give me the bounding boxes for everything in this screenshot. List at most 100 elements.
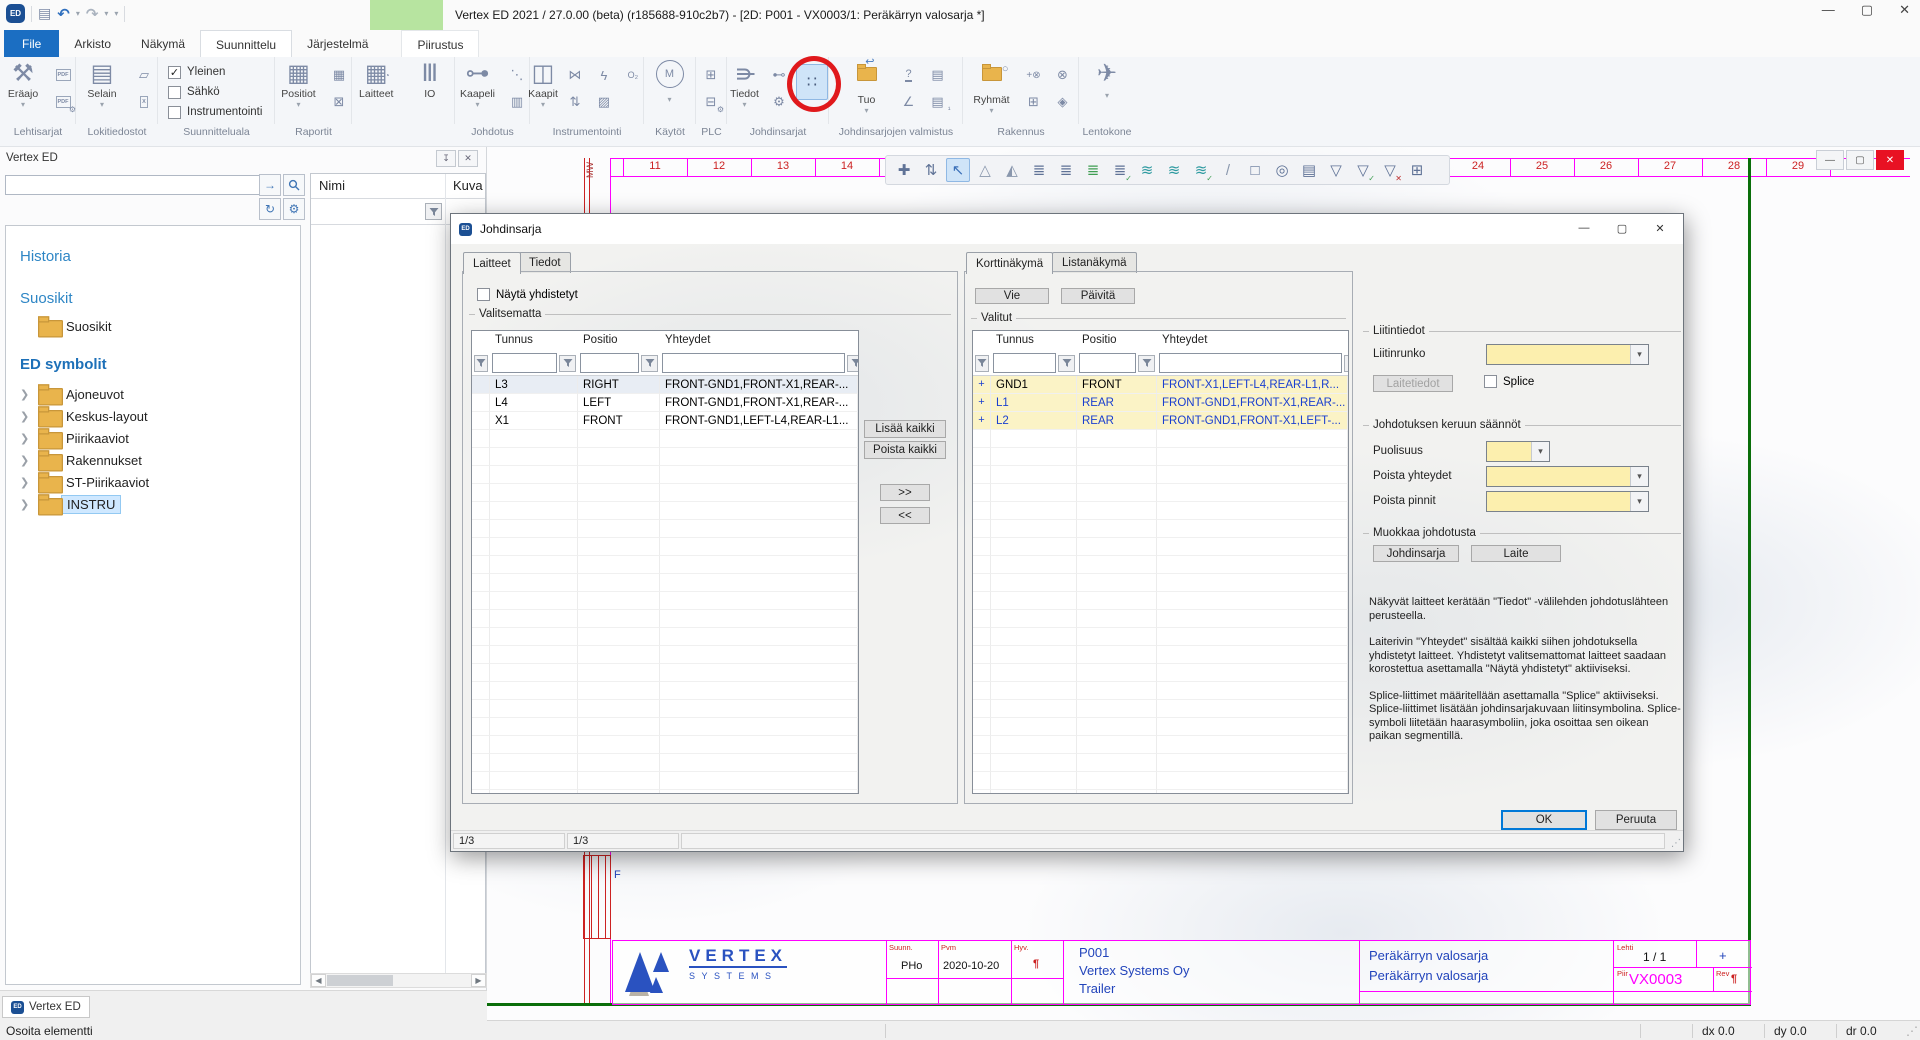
filter-funnel-button[interactable]: [641, 355, 658, 372]
grid-symbol-icon[interactable]: ⊞: [1022, 91, 1046, 113]
sidebar-item-keskus-layout[interactable]: ❯Keskus-layout: [6, 406, 300, 427]
puolisuus-combobox[interactable]: ▾: [1486, 441, 1550, 462]
pdf-settings-icon[interactable]: PDF⚙: [51, 91, 75, 113]
sidebar-section-ed-symbolit[interactable]: ED symbolit: [20, 356, 107, 373]
dialog-titlebar[interactable]: ED Johdinsarja: [451, 214, 1683, 244]
filter-funnel-button[interactable]: [1138, 355, 1155, 372]
tiedot-button[interactable]: ⋔ Tiedot▾: [727, 60, 762, 124]
excel-export-icon[interactable]: X: [132, 91, 156, 113]
sidebar-item-suosikit-folder[interactable]: Suosikit: [6, 316, 300, 337]
minimize-button[interactable]: —: [1822, 2, 1835, 18]
tab-laitteet[interactable]: Laitteet: [463, 252, 521, 274]
filter-funnel-button[interactable]: [1058, 355, 1075, 372]
scroll-right-icon[interactable]: ▶: [471, 974, 486, 987]
drawing-minimize-button[interactable]: —: [1816, 150, 1844, 170]
snap-grid-icon[interactable]: ⊞: [1405, 158, 1429, 182]
ribbon-tab-file[interactable]: File: [4, 30, 59, 57]
chevron-right-icon[interactable]: ❯: [20, 432, 30, 445]
filter-input[interactable]: [1159, 353, 1342, 373]
laitetiedot-button[interactable]: Laitetiedot: [1373, 375, 1453, 392]
chevron-right-icon[interactable]: ❯: [20, 498, 30, 511]
add-all-button[interactable]: Lisää kaikki: [864, 420, 946, 438]
chevron-right-icon[interactable]: ❯: [20, 476, 30, 489]
ribbon-tab-suunnittelu[interactable]: Suunnittelu: [200, 30, 292, 58]
sidebar-item-st-piirikaaviot[interactable]: ❯ST-Piirikaaviot: [6, 472, 300, 493]
checkbox-yleinen[interactable]: ✓Yleinen: [168, 62, 262, 82]
filter-funnel-button[interactable]: [559, 355, 576, 372]
column-header-kuva[interactable]: Kuva: [453, 178, 483, 193]
signal-icon[interactable]: ϟ: [592, 64, 616, 86]
eraajo-button[interactable]: ⚒ Eräajo▾: [0, 60, 46, 124]
lentokone-button[interactable]: ✈ ▾: [1082, 60, 1132, 124]
column-header-positio[interactable]: Positio: [1077, 331, 1157, 351]
wave-icon[interactable]: ≋: [1135, 158, 1159, 182]
search-icon[interactable]: [283, 174, 305, 196]
cancel-button[interactable]: Peruuta: [1595, 810, 1677, 830]
column-header-nimi[interactable]: Nimi: [319, 178, 345, 193]
vie-button[interactable]: Vie: [975, 288, 1049, 304]
column-header-positio[interactable]: Positio: [578, 331, 660, 351]
filter-icon[interactable]: ▽: [1324, 158, 1348, 182]
io-button[interactable]: Ⅲ IO: [406, 60, 455, 124]
app-logo-icon[interactable]: ED: [6, 4, 25, 23]
liitinrunko-combobox[interactable]: ▾: [1486, 344, 1649, 365]
refresh-icon[interactable]: ↻: [259, 198, 281, 220]
tab-tiedot[interactable]: Tiedot: [519, 252, 571, 273]
hatch-area-icon[interactable]: ▨: [592, 91, 616, 113]
laite-button[interactable]: Laite: [1471, 545, 1561, 562]
splice-checkbox[interactable]: Splice: [1484, 375, 1534, 388]
go-arrow-icon[interactable]: →: [259, 174, 281, 196]
filter-clear-icon[interactable]: ▽✕: [1378, 158, 1402, 182]
tab-korttinakyma[interactable]: Korttinäkymä: [966, 252, 1053, 274]
poista-yhteydet-combobox[interactable]: ▾: [1486, 466, 1649, 487]
filter-funnel-button[interactable]: [474, 355, 488, 372]
sidebar-item-piirikaaviot[interactable]: ❯Piirikaaviot: [6, 428, 300, 449]
wave-alt-icon[interactable]: ≋: [1162, 158, 1186, 182]
filter-check-icon[interactable]: ▽✓: [1351, 158, 1375, 182]
save-icon[interactable]: ▤: [38, 5, 51, 22]
cable-bundle-icon[interactable]: ▥: [505, 91, 529, 113]
measure-icon[interactable]: ⇅: [919, 158, 943, 182]
copy-log-icon[interactable]: ▱: [132, 64, 156, 86]
selain-button[interactable]: ▤ Selain▾: [77, 60, 127, 124]
pdf-icon[interactable]: PDF: [51, 64, 75, 86]
oxygen-instrument-icon[interactable]: O₂: [621, 64, 645, 86]
panel-bottom-tab[interactable]: ED Vertex ED: [2, 996, 90, 1018]
customize-toolbar-icon[interactable]: ▾: [114, 9, 118, 18]
add-symbol-icon[interactable]: +⊗: [1022, 64, 1046, 86]
marquee-icon[interactable]: □: [1243, 158, 1267, 182]
chevron-right-icon[interactable]: ❯: [20, 388, 30, 401]
column-header-yhteydet[interactable]: Yhteydet: [660, 331, 858, 351]
filter-funnel-button[interactable]: [1344, 355, 1349, 372]
table-row[interactable]: +L1REARFRONT-GND1,FRONT-X1,REAR-...: [973, 394, 1348, 412]
move-left-button[interactable]: <<: [880, 507, 930, 524]
diamond-symbol-icon[interactable]: ◈: [1051, 91, 1075, 113]
unselected-devices-table[interactable]: TunnusPositioYhteydetL3RIGHTFRONT-GND1,F…: [471, 330, 859, 794]
sidebar-item-instru[interactable]: ❯INSTRU: [6, 494, 300, 515]
plc-settings-icon[interactable]: ⊟⚙: [699, 91, 723, 113]
valve-icon[interactable]: ⋈: [563, 64, 587, 86]
filter-input[interactable]: [662, 353, 845, 373]
selected-devices-table[interactable]: TunnusPositioYhteydet+GND1FRONTFRONT-X1,…: [972, 330, 1349, 794]
kaapit-button[interactable]: ◫ Kaapit▾: [528, 60, 558, 124]
clipboard-icon[interactable]: ▤: [1297, 158, 1321, 182]
horizontal-scrollbar[interactable]: ◀ ▶: [310, 973, 487, 988]
table-icon[interactable]: ▦: [327, 64, 351, 86]
redo-dropdown-icon[interactable]: ▾: [104, 9, 108, 18]
table-row[interactable]: +GND1FRONTFRONT-X1,LEFT-L4,REAR-L1,R...: [973, 376, 1348, 394]
ok-button[interactable]: OK: [1501, 810, 1587, 830]
column-header-tunnus[interactable]: Tunnus: [490, 331, 578, 351]
layers-check-icon[interactable]: ≣✓: [1108, 158, 1132, 182]
drawing-close-button[interactable]: ✕: [1876, 150, 1904, 170]
symbol-icon[interactable]: ⊗: [1051, 64, 1075, 86]
filter-funnel-button[interactable]: [847, 355, 859, 372]
tab-listanakyma[interactable]: Listanäkymä: [1052, 252, 1137, 273]
table-remove-icon[interactable]: ⊠: [327, 91, 351, 113]
sidebar-item-rakennukset[interactable]: ❯Rakennukset: [6, 450, 300, 471]
triangle-icon[interactable]: △: [973, 158, 997, 182]
close-panel-icon[interactable]: ✕: [458, 150, 478, 167]
cable-route-icon[interactable]: ⋱: [505, 64, 529, 86]
expand-plus-cell[interactable]: +: [973, 412, 991, 430]
motor-button[interactable]: M ▾: [645, 60, 695, 124]
expand-plus-cell[interactable]: +: [973, 394, 991, 412]
